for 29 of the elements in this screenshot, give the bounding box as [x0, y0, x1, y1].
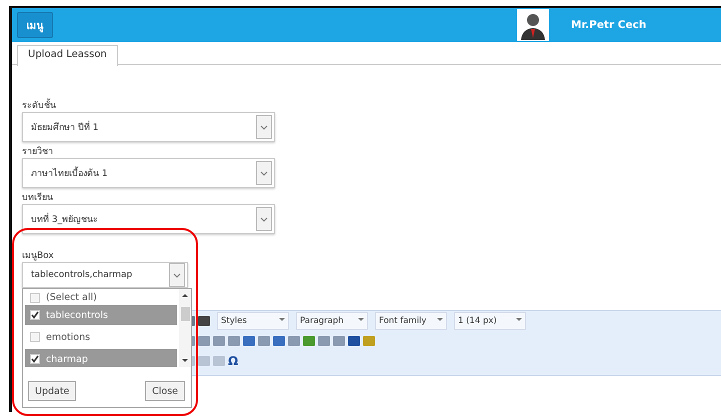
checkbox[interactable]: [30, 310, 40, 320]
field-label: รายวิชา: [22, 146, 54, 158]
toolbar-dropdown[interactable]: 1 (14 px): [454, 312, 526, 330]
dropdown-field[interactable]: tablecontrols,charmap: [22, 262, 188, 288]
dropdown-field[interactable]: มัธยมศึกษา ปีที่ 1: [22, 112, 275, 142]
checkbox[interactable]: [30, 354, 40, 364]
popup-button[interactable]: Update: [28, 381, 76, 401]
toolbar-dropdown[interactable]: Paragraph: [296, 312, 368, 330]
dropdown-field[interactable]: บทที่ 3_พยัญชนะ: [22, 204, 275, 234]
caret-icon: [169, 263, 185, 287]
caret-icon: [256, 161, 272, 185]
avatar-icon: [517, 9, 549, 41]
option-item[interactable]: emotions: [25, 327, 177, 347]
scrollbar[interactable]: [179, 289, 191, 367]
tab[interactable]: Upload Leasson: [17, 45, 118, 66]
field-label: เมนูBox: [22, 250, 55, 262]
option-item[interactable]: (Select all): [25, 289, 177, 303]
dropdown-field[interactable]: ภาษาไทยเบื้องต้น 1: [22, 158, 275, 188]
user-name: Mr.Petr Cech: [571, 19, 648, 31]
caret-icon: [256, 115, 272, 139]
toolbar-dropdown[interactable]: Styles: [217, 312, 289, 330]
special-character-button[interactable]: Ω: [228, 353, 238, 369]
field-label: บทเรียน: [22, 192, 54, 204]
scroll-thumb[interactable]: [180, 307, 190, 321]
field-label: ระดับชั้น: [22, 100, 721, 112]
toolbar-dropdown[interactable]: Font family: [375, 312, 447, 330]
caret-icon: [256, 207, 272, 231]
popup-button[interactable]: Close: [145, 381, 185, 401]
menu-button[interactable]: เมนู: [17, 12, 53, 38]
